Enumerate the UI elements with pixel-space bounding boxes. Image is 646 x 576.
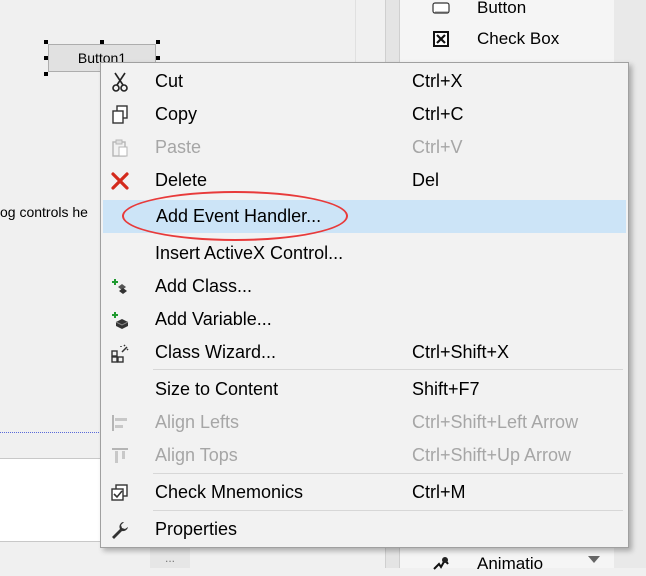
toolbox-item-label: Button [477,0,527,17]
animation-control-icon [430,553,452,575]
menu-item-size-to-content[interactable]: Size to Content Shift+F7 [103,373,626,406]
menu-item-label: Properties [155,519,238,539]
menu-item-label: Size to Content [155,379,279,399]
scroll-down-arrow-icon[interactable] [588,556,600,563]
menu-item-shortcut: Ctrl+Shift+X [412,342,510,362]
toolbox-item-label: Animatio [477,554,544,573]
menu-item-label: Insert ActiveX Control... [155,243,344,263]
menu-item-shortcut: Ctrl+X [412,71,463,91]
check-mnemonics-icon [109,482,131,504]
menu-item-shortcut: Ctrl+M [412,482,466,502]
menu-separator [153,473,623,474]
add-variable-icon [109,309,131,331]
annotation-ellipse [122,191,348,241]
align-lefts-icon [109,412,131,434]
menu-item-insert-activex-control[interactable]: Insert ActiveX Control... [103,237,626,270]
menu-item-align-lefts[interactable]: Align Lefts Ctrl+Shift+Left Arrow [103,406,626,439]
menu-item-label: Copy [155,104,198,124]
menu-item-add-variable[interactable]: Add Variable... [103,303,626,336]
toolbox-item-label: Check Box [477,29,560,48]
scissors-icon [109,71,131,93]
menu-item-shortcut: Ctrl+V [412,137,463,157]
toolbox-item-button[interactable]: Button [430,0,526,20]
resize-handle[interactable] [44,72,48,76]
menu-separator [153,510,623,511]
menu-item-add-class[interactable]: Add Class... [103,270,626,303]
toolbox-item-animation[interactable]: Animatio [430,552,543,576]
menu-item-label: Delete [155,170,208,190]
menu-item-label: Cut [155,71,184,91]
class-wizard-icon [109,342,131,364]
menu-item-label: Paste [155,137,202,157]
resize-handle[interactable] [156,40,160,44]
menu-item-shortcut: Shift+F7 [412,379,480,399]
menu-item-label: Add Variable... [155,309,272,329]
align-tops-icon [109,445,131,467]
menu-item-check-mnemonics[interactable]: Check Mnemonics Ctrl+M [103,476,626,509]
menu-item-label: Class Wizard... [155,342,277,362]
menu-item-label: Check Mnemonics [155,482,304,502]
checkbox-control-icon [430,28,452,50]
menu-item-shortcut: Ctrl+Shift+Up Arrow [412,445,572,465]
resize-handle[interactable] [156,56,160,60]
menu-item-paste[interactable]: Paste Ctrl+V [103,131,626,164]
menu-item-label: Align Lefts [155,412,240,432]
menu-item-label: Align Tops [155,445,238,465]
menu-item-cut[interactable]: Cut Ctrl+X [103,65,626,98]
menu-item-shortcut: Ctrl+Shift+Left Arrow [412,412,579,432]
menu-item-class-wizard[interactable]: Class Wizard... Ctrl+Shift+X [103,336,626,369]
scroll-ellipsis[interactable]: ... [150,548,190,568]
menu-item-shortcut: Del [412,170,440,190]
context-menu: Cut Ctrl+X Copy Ctrl+C Paste Ctrl+V Dele… [100,62,629,548]
dialog-static-text[interactable]: og controls he [0,204,88,220]
button-control-icon [430,0,452,19]
menu-item-label: Add Class... [155,276,253,296]
toolbox-item-check-box[interactable]: Check Box [430,27,559,51]
paste-icon [109,137,131,159]
wrench-icon [109,519,131,541]
menu-separator [153,369,623,370]
menu-item-properties[interactable]: Properties [103,513,626,546]
menu-item-align-tops[interactable]: Align Tops Ctrl+Shift+Up Arrow [103,439,626,472]
menu-item-copy[interactable]: Copy Ctrl+C [103,98,626,131]
menu-item-shortcut: Ctrl+C [412,104,464,124]
menu-item-delete[interactable]: Delete Del [103,164,626,197]
add-class-icon [109,276,131,298]
copy-icon [109,104,131,126]
delete-x-icon [109,170,131,192]
